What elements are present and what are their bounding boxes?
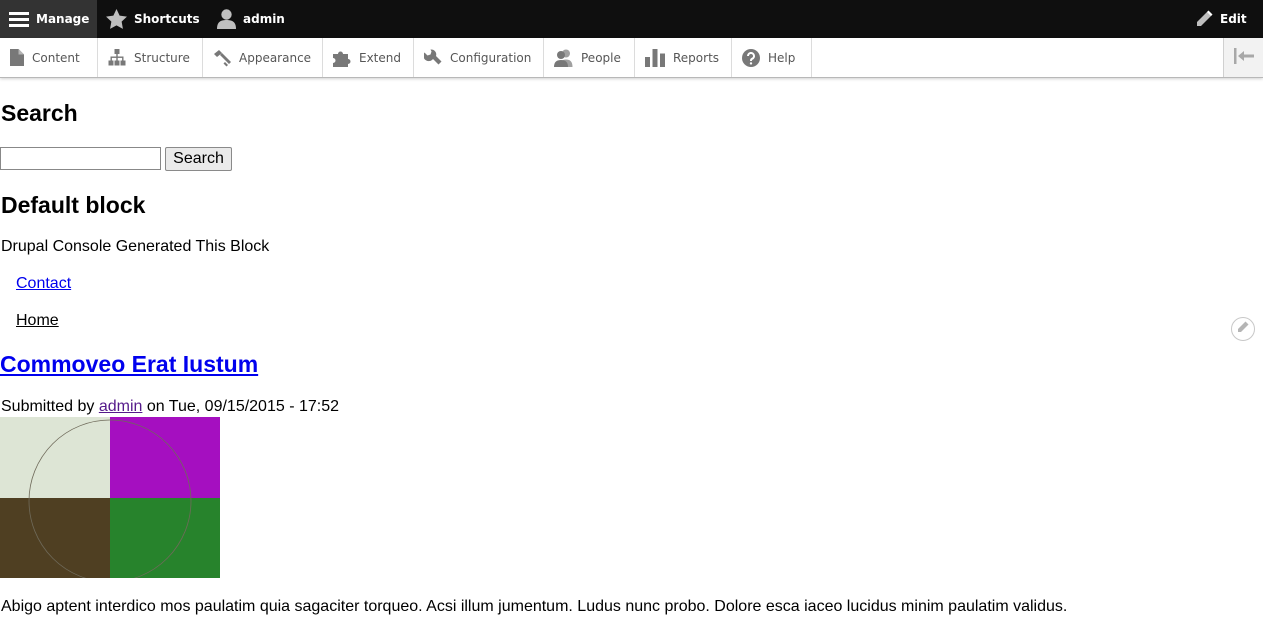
image-quadrant-top-left <box>0 417 110 498</box>
tray-item-label: Reports <box>673 50 720 65</box>
menu-link-home[interactable]: Home <box>16 312 59 330</box>
tray-item-configuration[interactable]: Configuration <box>414 38 544 77</box>
tray-orientation-toggle[interactable] <box>1223 38 1263 77</box>
search-input[interactable] <box>0 147 161 170</box>
edit-label: Edit <box>1220 12 1247 26</box>
tray-item-appearance[interactable]: Appearance <box>203 38 323 77</box>
question-icon <box>742 48 768 67</box>
image-quadrant-top-right <box>110 417 220 498</box>
image-quadrant-bottom-left <box>0 498 110 578</box>
pencil-icon <box>1236 320 1250 339</box>
admin-toolbar: Manage Shortcuts admin Edit <box>0 0 1263 38</box>
hamburger-icon <box>9 11 36 27</box>
edit-toggle[interactable]: Edit <box>1195 0 1247 38</box>
manage-label: Manage <box>36 12 90 26</box>
article-body: Abigo aptent interdico mos paulatim quia… <box>1 598 1068 615</box>
manage-tab[interactable]: Manage <box>0 0 97 38</box>
user-tab[interactable]: admin <box>217 0 285 38</box>
tray-item-label: Configuration <box>450 50 532 65</box>
image-quadrant-bottom-right <box>110 498 220 578</box>
pencil-icon <box>1195 10 1220 28</box>
collapse-tray-icon <box>1233 48 1254 67</box>
tray-item-extend[interactable]: Extend <box>323 38 414 77</box>
article-submitted: Submitted by admin on Tue, 09/15/2015 - … <box>1 398 339 416</box>
tray-item-content[interactable]: Content <box>0 38 98 77</box>
tray-item-structure[interactable]: Structure <box>98 38 203 77</box>
tray-item-label: Extend <box>359 50 401 65</box>
admin-tray: Content Structure Appearance Extend Conf… <box>0 38 1263 78</box>
file-icon <box>10 49 32 66</box>
default-block-body: Drupal Console Generated This Block <box>1 238 270 255</box>
bar-chart-icon <box>645 48 673 67</box>
puzzle-icon <box>333 49 359 67</box>
star-icon <box>106 9 134 29</box>
tray-item-label: People <box>581 50 621 65</box>
tray-item-people[interactable]: People <box>544 38 635 77</box>
tray-item-label: Content <box>32 50 80 65</box>
menu-link-contact[interactable]: Contact <box>16 275 71 293</box>
search-button[interactable]: Search <box>165 147 232 171</box>
submitted-prefix: Submitted by <box>1 398 99 415</box>
tray-item-label: Structure <box>134 50 190 65</box>
article-title-link[interactable]: Commoveo Erat Iustum <box>0 351 258 378</box>
tray-item-reports[interactable]: Reports <box>635 38 732 77</box>
user-label: admin <box>243 12 285 26</box>
shortcuts-tab[interactable]: Shortcuts <box>106 0 200 38</box>
shortcuts-label: Shortcuts <box>134 12 200 26</box>
sitemap-icon <box>108 49 134 66</box>
paintbrush-icon <box>213 49 239 67</box>
default-block-title: Default block <box>1 192 146 218</box>
people-icon <box>554 49 581 67</box>
article-image <box>0 417 220 578</box>
tray-item-label: Help <box>768 50 796 65</box>
contextual-edit-button[interactable] <box>1231 317 1255 341</box>
wrench-icon <box>424 48 450 67</box>
tray-item-label: Appearance <box>239 50 312 65</box>
user-icon <box>217 9 243 29</box>
search-block-title: Search <box>1 100 78 126</box>
tray-item-help[interactable]: Help <box>732 38 812 77</box>
author-link[interactable]: admin <box>99 398 143 415</box>
submitted-date: on Tue, 09/15/2015 - 17:52 <box>142 398 340 415</box>
